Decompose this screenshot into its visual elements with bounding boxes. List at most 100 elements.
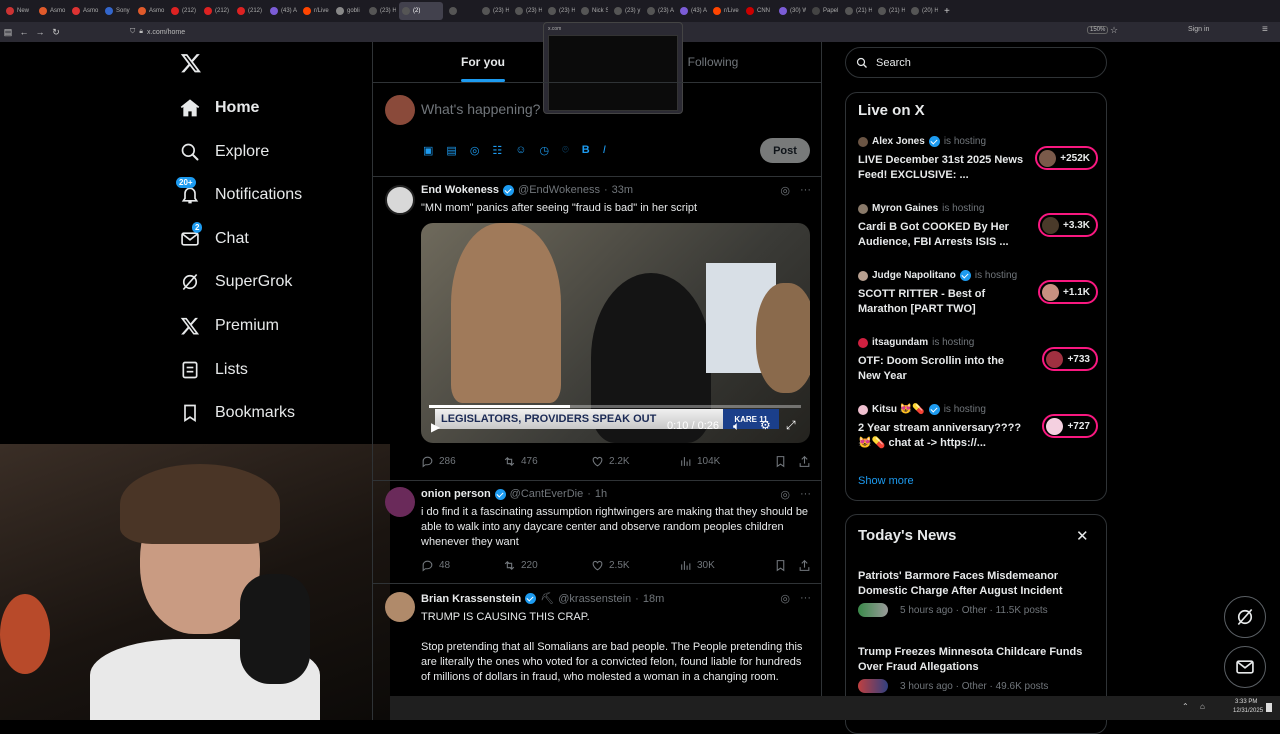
listener-count-pill[interactable]: +727 bbox=[1042, 414, 1098, 438]
sidebar-item-explore[interactable]: Explore bbox=[180, 137, 269, 167]
browser-tab[interactable]: (20) H bbox=[908, 2, 938, 20]
sidebar-item-premium[interactable]: Premium bbox=[180, 311, 279, 341]
live-item[interactable]: Judge Napolitano is hosting SCOTT RITTER … bbox=[858, 270, 1098, 315]
tab-for-you[interactable]: For you bbox=[373, 42, 593, 82]
share-button[interactable] bbox=[798, 559, 811, 572]
browser-tab[interactable]: gobli bbox=[333, 2, 363, 20]
italic-icon[interactable]: I bbox=[603, 144, 606, 157]
live-item[interactable]: itsagundam is hosting OTF: Doom Scrollin … bbox=[858, 337, 1098, 382]
browser-tab[interactable]: r/Live bbox=[300, 2, 330, 20]
user-avatar[interactable] bbox=[385, 95, 415, 125]
post-button[interactable]: Post bbox=[760, 138, 810, 163]
post[interactable]: End Wokeness @EndWokeness · 33m ◎ ··· "M… bbox=[373, 176, 821, 473]
more-icon[interactable]: ··· bbox=[800, 184, 811, 197]
fullscreen-icon[interactable]: ⤢ bbox=[786, 418, 796, 433]
like-button[interactable]: 2.2K bbox=[591, 455, 679, 468]
live-item[interactable]: Kitsu 😻💊 is hosting 2 Year stream anniver… bbox=[858, 404, 1098, 449]
author-handle[interactable]: @CantEverDie bbox=[510, 488, 584, 500]
browser-tab[interactable]: Papel bbox=[809, 2, 839, 20]
browser-tab[interactable]: (23) H bbox=[366, 2, 396, 20]
reply-button[interactable]: 286 bbox=[421, 455, 503, 468]
emoji-icon[interactable]: ☺ bbox=[515, 144, 526, 157]
sidebar-toggle-icon[interactable]: ▤ bbox=[0, 27, 16, 38]
location-icon[interactable]: ⌾ bbox=[562, 144, 569, 157]
author-name[interactable]: Brian Krassenstein bbox=[421, 593, 521, 605]
video-progress-track[interactable] bbox=[429, 405, 801, 408]
tray-chevron-icon[interactable]: ⌃ bbox=[1182, 702, 1189, 711]
star-icon[interactable]: ☆ bbox=[1110, 25, 1118, 36]
browser-tab[interactable]: (23) H bbox=[545, 2, 575, 20]
post-time[interactable]: 1h bbox=[595, 488, 607, 500]
more-icon[interactable]: ··· bbox=[800, 592, 811, 605]
share-button[interactable] bbox=[798, 455, 811, 468]
more-icon[interactable]: ··· bbox=[800, 488, 811, 501]
search-input[interactable]: Search bbox=[845, 47, 1107, 78]
browser-tab[interactable]: r/Live bbox=[710, 2, 740, 20]
live-item[interactable]: Myron Gaines is hosting Cardi B Got COOKE… bbox=[858, 203, 1098, 248]
browser-tab[interactable]: Asmo bbox=[135, 2, 165, 20]
sidebar-item-lists[interactable]: Lists bbox=[180, 355, 248, 385]
clock-date[interactable]: 12/31/2025 bbox=[1233, 708, 1263, 714]
sidebar-item-supergrok[interactable]: SuperGrok bbox=[180, 267, 292, 297]
new-tab-button[interactable]: + bbox=[944, 6, 950, 17]
sidebar-item-bookmarks[interactable]: Bookmarks bbox=[180, 398, 295, 428]
browser-tab[interactable]: CNN bbox=[743, 2, 773, 20]
listener-count-pill[interactable]: +733 bbox=[1042, 347, 1098, 371]
gif-icon[interactable]: ▤ bbox=[446, 144, 456, 157]
listener-count-pill[interactable]: +3.3K bbox=[1038, 213, 1098, 237]
grok-icon[interactable]: ◎ bbox=[780, 184, 790, 197]
browser-tab[interactable]: (212) bbox=[234, 2, 264, 20]
image-icon[interactable]: ▣ bbox=[423, 144, 433, 157]
bookmark-button[interactable] bbox=[774, 559, 798, 572]
news-item[interactable]: Patriots' Barmore Faces Misdemeanor Dome… bbox=[858, 569, 1098, 617]
browser-tab[interactable]: (21) H bbox=[875, 2, 905, 20]
listener-count-pill[interactable]: +252K bbox=[1035, 146, 1098, 170]
menu-icon[interactable]: ≡ bbox=[1262, 24, 1268, 35]
url-bar[interactable]: ⛉ 🔒︎ x.com/home bbox=[130, 26, 185, 38]
grok-icon[interactable]: ◎ bbox=[780, 592, 790, 605]
show-more-link[interactable]: Show more bbox=[858, 475, 914, 487]
author-avatar[interactable] bbox=[385, 185, 415, 215]
browser-tab[interactable]: Nick S bbox=[578, 2, 608, 20]
back-button[interactable]: ← bbox=[16, 27, 32, 37]
schedule-icon[interactable]: ◷ bbox=[540, 144, 550, 157]
grok-button[interactable] bbox=[1224, 596, 1266, 638]
author-handle[interactable]: @EndWokeness bbox=[518, 184, 600, 196]
browser-tab[interactable]: Asmo bbox=[36, 2, 66, 20]
volume-icon[interactable]: 🔈︎ bbox=[733, 419, 740, 434]
browser-tab[interactable]: (43) A bbox=[677, 2, 707, 20]
video-player[interactable]: LEGISLATORS, PROVIDERS SPEAK OUT KARE 11… bbox=[421, 223, 810, 443]
grok-icon[interactable]: ◎ bbox=[470, 144, 480, 157]
sign-in-button[interactable]: Sign in bbox=[1188, 26, 1209, 33]
views-button[interactable]: 30K bbox=[679, 559, 774, 572]
clock-time[interactable]: 3:33 PM bbox=[1235, 699, 1257, 705]
browser-tab[interactable]: (23) A bbox=[644, 2, 674, 20]
reply-button[interactable]: 48 bbox=[421, 559, 503, 572]
browser-tab[interactable]: Asmo bbox=[69, 2, 99, 20]
browser-tab[interactable]: Sony bbox=[102, 2, 132, 20]
browser-tab[interactable]: New bbox=[3, 2, 33, 20]
author-avatar[interactable] bbox=[385, 592, 415, 622]
browser-tab[interactable]: (212) bbox=[168, 2, 198, 20]
browser-tab[interactable]: (2) bbox=[399, 2, 443, 20]
author-avatar[interactable] bbox=[385, 487, 415, 517]
browser-tab[interactable]: (212) bbox=[201, 2, 231, 20]
x-logo-icon[interactable] bbox=[180, 52, 202, 74]
network-icon[interactable]: ⌂ bbox=[1200, 702, 1205, 711]
repost-button[interactable]: 220 bbox=[503, 559, 591, 572]
sidebar-item-notifications[interactable]: 20+ Notifications bbox=[176, 177, 302, 210]
sidebar-item-home[interactable]: Home bbox=[180, 93, 259, 123]
composer-input[interactable]: What's happening? bbox=[421, 101, 540, 117]
close-icon[interactable]: ✕ bbox=[1076, 527, 1089, 545]
settings-icon[interactable]: ⚙︎ bbox=[760, 418, 771, 432]
news-item[interactable]: Trump Freezes Minnesota Childcare Funds … bbox=[858, 645, 1098, 693]
reload-button[interactable]: ↻ bbox=[48, 27, 64, 38]
browser-tab[interactable]: (23) H bbox=[512, 2, 542, 20]
messages-button[interactable] bbox=[1224, 646, 1266, 688]
author-name[interactable]: onion person bbox=[421, 488, 491, 500]
notification-icon[interactable] bbox=[1266, 703, 1272, 712]
live-item[interactable]: Alex Jones is hosting LIVE December 31st … bbox=[858, 136, 1098, 181]
post-time[interactable]: 18m bbox=[643, 593, 664, 605]
bold-icon[interactable]: B bbox=[582, 144, 590, 157]
browser-tab[interactable]: (23) y bbox=[611, 2, 641, 20]
